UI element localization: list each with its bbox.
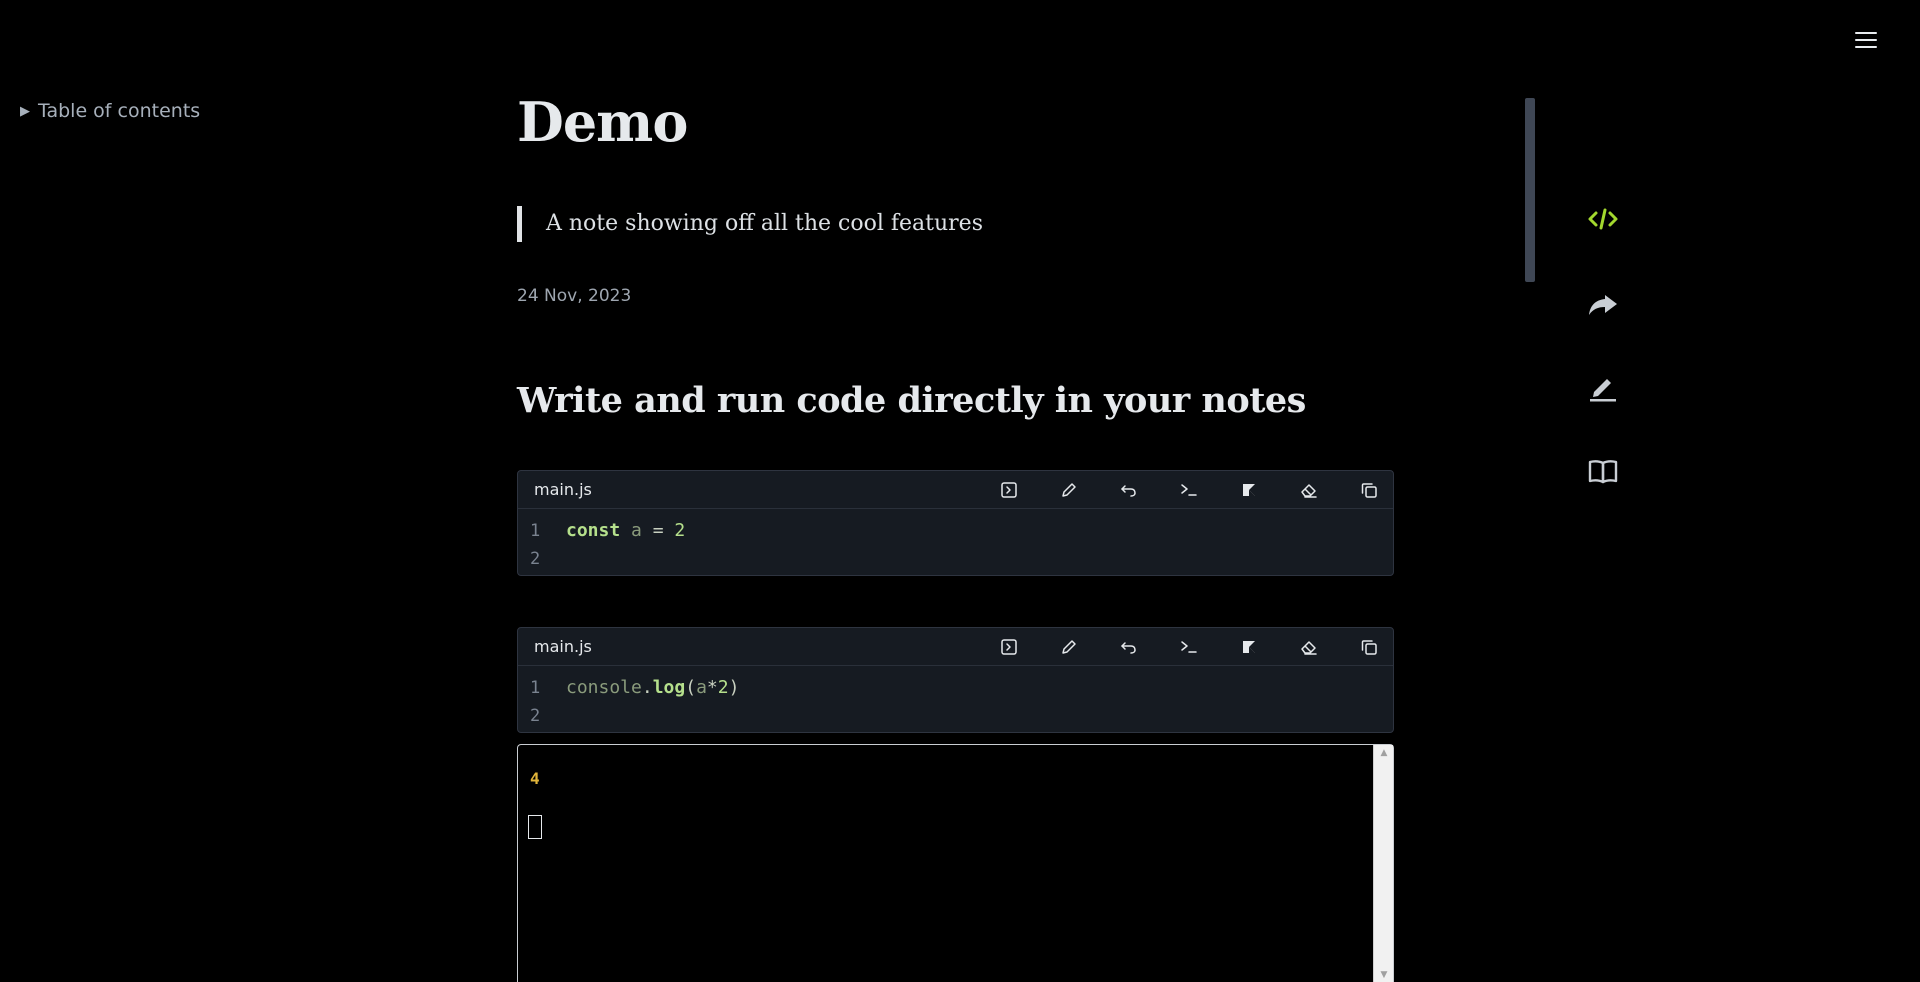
code-text: console.log(a*2) bbox=[566, 677, 740, 698]
section-heading: Write and run code directly in your note… bbox=[517, 380, 1306, 421]
code-block-header: main.js bbox=[518, 471, 1393, 509]
kotlin-icon bbox=[1243, 641, 1255, 653]
reader-mode-button[interactable] bbox=[1580, 448, 1626, 494]
kotlin-button[interactable] bbox=[1235, 633, 1263, 661]
note-description: A note showing off all the cool features bbox=[517, 206, 983, 242]
code-text: const a = 2 bbox=[566, 520, 686, 541]
scroll-down-arrow-icon[interactable]: ▼ bbox=[1374, 967, 1394, 982]
code-block-header: main.js bbox=[518, 628, 1393, 666]
line-number: 2 bbox=[530, 549, 541, 569]
edit-code-button[interactable] bbox=[1055, 476, 1083, 504]
code-line: 1 const a = 2 bbox=[518, 517, 1393, 545]
code-line: 2 bbox=[518, 702, 1393, 730]
clear-output-button[interactable] bbox=[1295, 633, 1323, 661]
terminal-cursor bbox=[528, 815, 542, 839]
line-number: 2 bbox=[530, 706, 541, 726]
code-line: 1 console.log(a*2) bbox=[518, 674, 1393, 702]
terminal-output[interactable]: 4 ▲ ▼ bbox=[517, 744, 1394, 982]
hamburger-menu-icon[interactable] bbox=[1855, 32, 1877, 50]
terminal-icon bbox=[1181, 484, 1197, 496]
edit-code-button[interactable] bbox=[1055, 633, 1083, 661]
run-button[interactable] bbox=[995, 633, 1023, 661]
share-icon bbox=[1589, 295, 1617, 315]
undo-icon bbox=[1121, 642, 1136, 654]
code-block: main.js 1 const a = 2 2 bbox=[517, 470, 1394, 576]
reset-code-button[interactable] bbox=[1115, 476, 1143, 504]
page: ▶ Table of contents Demo A note showing … bbox=[0, 0, 1920, 982]
code-line: 2 bbox=[518, 545, 1393, 573]
copy-icon bbox=[1361, 483, 1377, 498]
run-icon bbox=[1001, 639, 1017, 655]
triangle-right-icon: ▶ bbox=[20, 103, 30, 119]
terminal-icon bbox=[1181, 641, 1197, 653]
open-terminal-button[interactable] bbox=[1175, 476, 1203, 504]
run-icon bbox=[1001, 482, 1017, 498]
pencil-icon bbox=[1590, 379, 1616, 402]
line-number: 1 bbox=[530, 678, 541, 698]
code-filename: main.js bbox=[534, 637, 592, 656]
scroll-up-arrow-icon[interactable]: ▲ bbox=[1374, 745, 1394, 761]
code-icon bbox=[1588, 208, 1618, 230]
action-rail bbox=[1580, 196, 1626, 532]
table-of-contents-toggle[interactable]: ▶ Table of contents bbox=[20, 100, 200, 122]
page-title: Demo bbox=[517, 90, 688, 154]
clear-output-button[interactable] bbox=[1295, 476, 1323, 504]
note-date: 24 Nov, 2023 bbox=[517, 286, 632, 306]
code-toolbar bbox=[963, 628, 1383, 666]
code-view-button[interactable] bbox=[1580, 196, 1626, 242]
code-toolbar bbox=[963, 471, 1383, 509]
edit-icon bbox=[1062, 640, 1076, 654]
copy-code-button[interactable] bbox=[1355, 476, 1383, 504]
code-filename: main.js bbox=[534, 480, 592, 499]
copy-icon bbox=[1361, 640, 1377, 655]
terminal-output-text: 4 bbox=[530, 769, 540, 788]
eraser-icon bbox=[1301, 484, 1317, 498]
book-icon bbox=[1588, 460, 1618, 484]
code-editor[interactable]: 1 console.log(a*2) 2 bbox=[518, 666, 1393, 730]
kotlin-button[interactable] bbox=[1235, 476, 1263, 504]
undo-icon bbox=[1121, 485, 1136, 497]
scroll-indicator bbox=[1525, 98, 1535, 282]
eraser-icon bbox=[1301, 641, 1317, 655]
line-number: 1 bbox=[530, 521, 541, 541]
reset-code-button[interactable] bbox=[1115, 633, 1143, 661]
open-terminal-button[interactable] bbox=[1175, 633, 1203, 661]
terminal-scrollbar[interactable]: ▲ ▼ bbox=[1373, 745, 1393, 982]
kotlin-icon bbox=[1243, 484, 1255, 496]
copy-code-button[interactable] bbox=[1355, 633, 1383, 661]
toc-label: Table of contents bbox=[38, 100, 201, 122]
share-button[interactable] bbox=[1580, 280, 1626, 326]
edit-icon bbox=[1062, 483, 1076, 497]
edit-button[interactable] bbox=[1580, 364, 1626, 410]
code-editor[interactable]: 1 const a = 2 2 bbox=[518, 509, 1393, 573]
run-button[interactable] bbox=[995, 476, 1023, 504]
code-block: main.js 1 console.log(a*2) 2 bbox=[517, 627, 1394, 733]
